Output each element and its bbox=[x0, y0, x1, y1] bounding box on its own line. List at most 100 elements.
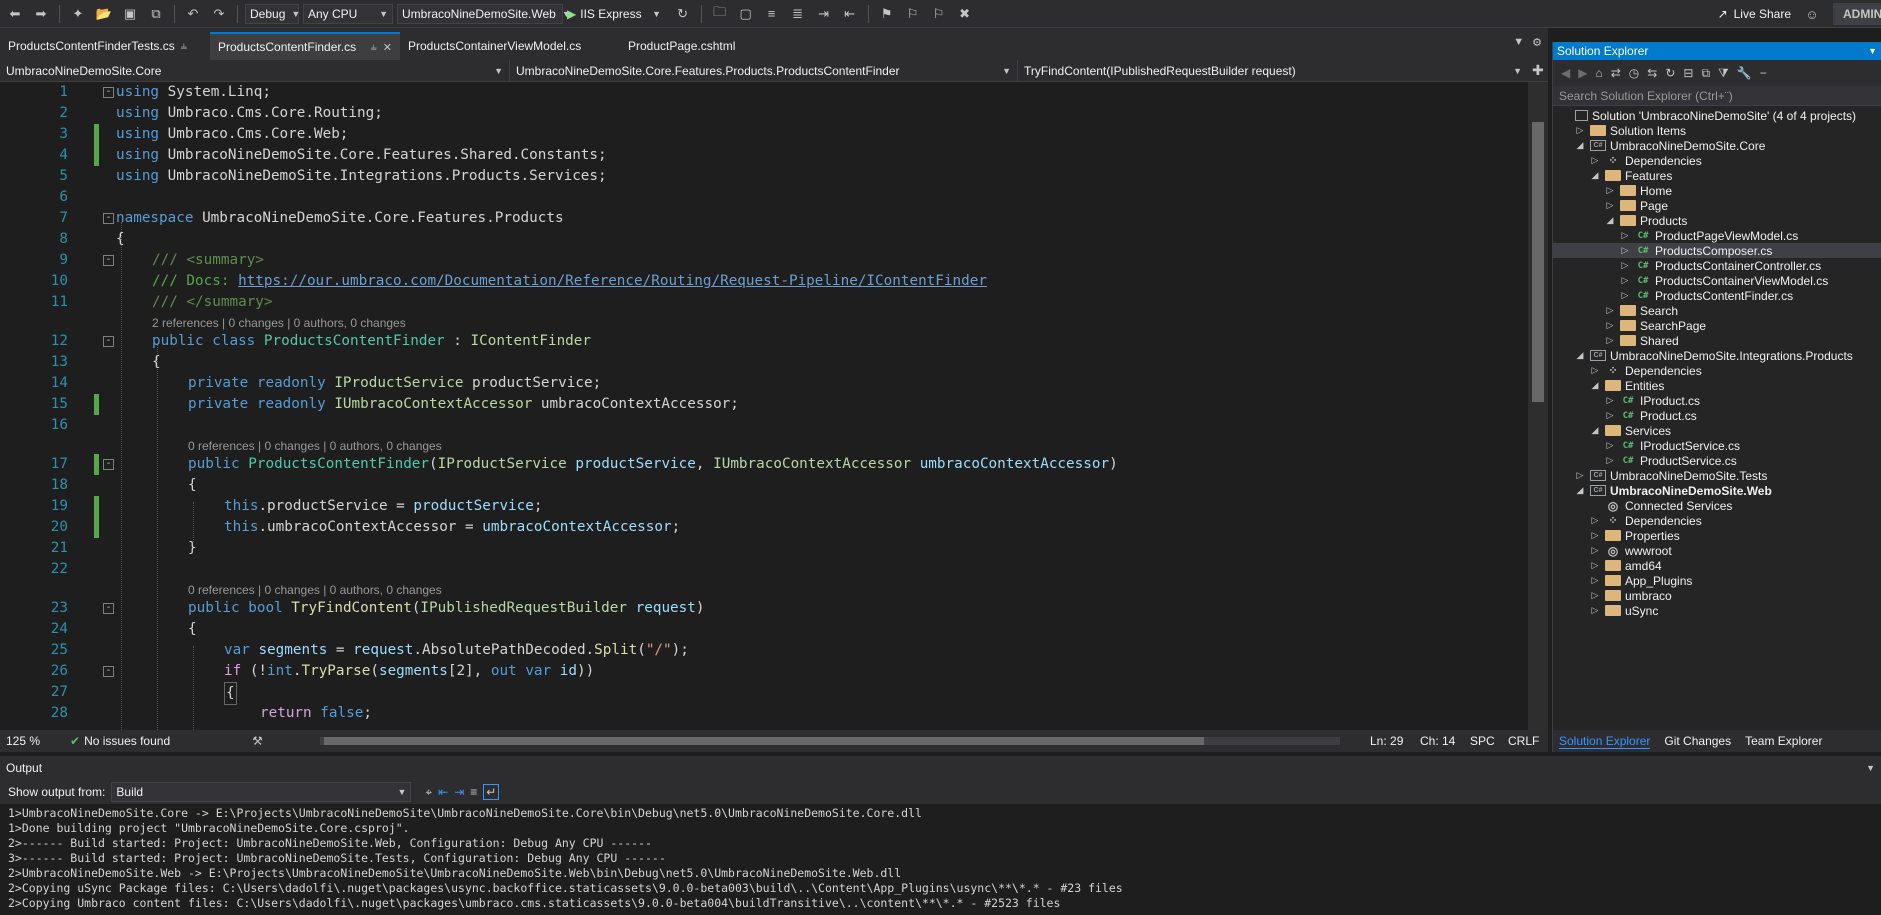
tree-item[interactable]: ▷ C# IProduct.cs bbox=[1553, 393, 1881, 408]
redo-icon[interactable]: ↷ bbox=[208, 3, 230, 25]
prev-bookmark-icon[interactable]: ⚐ bbox=[902, 3, 924, 25]
collapse-icon[interactable]: - bbox=[103, 336, 114, 347]
chevron-down-icon[interactable]: ▼ bbox=[1868, 46, 1877, 56]
tree-item[interactable]: ▷ C# UmbracoNineDemoSite.Tests bbox=[1553, 468, 1881, 483]
indent-mode[interactable]: SPC bbox=[1470, 734, 1495, 748]
expand-icon[interactable]: ▷ bbox=[1619, 230, 1631, 241]
folder-icon[interactable]: 🗀 bbox=[709, 3, 731, 25]
tree-item[interactable]: ◢ Entities bbox=[1553, 378, 1881, 393]
pin-icon[interactable]: ⫨ bbox=[371, 41, 377, 54]
clear-all-icon[interactable]: ≡ bbox=[470, 785, 477, 799]
expand-icon[interactable]: ▷ bbox=[1604, 305, 1616, 316]
expand-icon[interactable]: ▷ bbox=[1589, 530, 1601, 541]
collapse-icon[interactable]: - bbox=[103, 255, 114, 266]
expanded-icon[interactable]: ◢ bbox=[1589, 380, 1601, 391]
account-badge[interactable]: ADMIN bbox=[1833, 3, 1881, 25]
tree-item[interactable]: ◢ Services bbox=[1553, 423, 1881, 438]
tree-item[interactable]: ▷ C# ProductsContentFinder.cs bbox=[1553, 288, 1881, 303]
expand-icon[interactable]: ▷ bbox=[1604, 440, 1616, 451]
codelens-class[interactable]: 2 references | 0 changes | 0 authors, 0 … bbox=[152, 316, 406, 330]
tree-item[interactable]: ▷ uSync bbox=[1553, 603, 1881, 618]
tree-item[interactable]: ▷ ⁘ Dependencies bbox=[1553, 363, 1881, 378]
chevron-down-icon[interactable]: ▼ bbox=[1513, 36, 1524, 49]
tree-item[interactable]: ◢ C# UmbracoNineDemoSite.Core bbox=[1553, 138, 1881, 153]
collapse-all-icon[interactable]: ⊟ bbox=[1683, 66, 1693, 80]
back-icon[interactable]: ⬅ bbox=[4, 3, 26, 25]
tree-item[interactable]: ▷ Properties bbox=[1553, 528, 1881, 543]
member-dropdown[interactable]: TryFindContent(IPublishedRequestBuilder … bbox=[1018, 60, 1528, 81]
gear-icon[interactable]: ⚙ bbox=[1532, 36, 1542, 49]
tab-products-content-finder-tests[interactable]: ProductsContentFinderTests.cs ⫨ bbox=[0, 32, 210, 60]
tab-solution-explorer[interactable]: Solution Explorer bbox=[1559, 734, 1651, 749]
expand-icon[interactable]: ▷ bbox=[1604, 395, 1616, 406]
live-share-button[interactable]: ↗ Live Share bbox=[1718, 7, 1791, 21]
tab-product-page[interactable]: ProductPage.cshtml bbox=[620, 32, 780, 60]
open-folder-icon[interactable]: 📂 bbox=[93, 3, 115, 25]
uncomment-icon[interactable]: ≣ bbox=[787, 3, 809, 25]
bookmark-icon[interactable]: ⚑ bbox=[876, 3, 898, 25]
tree-item[interactable]: ▷ SearchPage bbox=[1553, 318, 1881, 333]
expand-icon[interactable]: ▷ bbox=[1619, 260, 1631, 271]
expand-icon[interactable]: ▷ bbox=[1604, 455, 1616, 466]
tab-products-content-finder[interactable]: ProductsContentFinder.cs ⫨ ✕ bbox=[210, 32, 400, 60]
collapse-icon[interactable]: - bbox=[103, 666, 114, 677]
codelens-method[interactable]: 0 references | 0 changes | 0 authors, 0 … bbox=[188, 583, 442, 597]
back-icon[interactable]: ◀ bbox=[1561, 66, 1570, 80]
expand-icon[interactable]: ▷ bbox=[1574, 125, 1586, 136]
comment-icon[interactable]: ≡ bbox=[761, 3, 783, 25]
editor-horizontal-scrollbar[interactable] bbox=[320, 737, 1340, 745]
find-message-icon[interactable]: ⌖ bbox=[425, 785, 432, 800]
expand-icon[interactable]: ▷ bbox=[1619, 275, 1631, 286]
expand-icon[interactable]: ▷ bbox=[1604, 200, 1616, 211]
expand-icon[interactable]: ▷ bbox=[1589, 365, 1601, 376]
expand-icon[interactable]: ▷ bbox=[1589, 545, 1601, 556]
tree-item[interactable]: ▷ Search bbox=[1553, 303, 1881, 318]
expanded-icon[interactable]: ◢ bbox=[1574, 140, 1586, 151]
type-dropdown[interactable]: UmbracoNineDemoSite.Core.Features.Produc… bbox=[510, 60, 1018, 81]
screen-icon[interactable]: ▢ bbox=[735, 3, 757, 25]
split-icon[interactable]: ✚ bbox=[1528, 62, 1544, 79]
next-bookmark-icon[interactable]: ⚐ bbox=[928, 3, 950, 25]
tree-item[interactable]: ◢ Features bbox=[1553, 168, 1881, 183]
undo-icon[interactable]: ↶ bbox=[182, 3, 204, 25]
tree-item[interactable]: ▷ C# IProductService.cs bbox=[1553, 438, 1881, 453]
expand-icon[interactable]: ▷ bbox=[1589, 590, 1601, 601]
forward-icon[interactable]: ▶ bbox=[1578, 66, 1587, 80]
tree-item[interactable]: ▷ C# ProductsComposer.cs bbox=[1553, 243, 1881, 258]
new-project-icon[interactable]: ✦ bbox=[67, 3, 89, 25]
prev-message-icon[interactable]: ⇤ bbox=[438, 785, 448, 799]
save-icon[interactable]: ▣ bbox=[119, 3, 141, 25]
tree-item[interactable]: ▷ C# ProductService.cs bbox=[1553, 453, 1881, 468]
save-all-icon[interactable]: ⧉ bbox=[145, 3, 167, 25]
tree-item[interactable]: ▷ Home bbox=[1553, 183, 1881, 198]
outdent-icon[interactable]: ⇤ bbox=[839, 3, 861, 25]
tree-item[interactable]: ▷ ⁘ Dependencies bbox=[1553, 153, 1881, 168]
close-icon[interactable]: ✕ bbox=[383, 41, 392, 54]
next-message-icon[interactable]: ⇥ bbox=[454, 785, 464, 799]
scrollbar-thumb[interactable] bbox=[324, 737, 1204, 745]
column-number[interactable]: Ch: 14 bbox=[1420, 734, 1455, 748]
expanded-icon[interactable]: ◢ bbox=[1589, 425, 1601, 436]
minus-icon[interactable]: − bbox=[1760, 66, 1767, 80]
refresh-icon[interactable]: ↻ bbox=[672, 3, 694, 25]
line-ending[interactable]: CRLF bbox=[1508, 734, 1539, 748]
codelens-constructor[interactable]: 0 references | 0 changes | 0 authors, 0 … bbox=[188, 439, 442, 453]
collapse-icon[interactable]: - bbox=[103, 603, 114, 614]
tree-item[interactable]: ▷ App_Plugins bbox=[1553, 573, 1881, 588]
tree-item[interactable]: ▷ Solution Items bbox=[1553, 123, 1881, 138]
tree-item[interactable]: ▷ ◎ wwwroot bbox=[1553, 543, 1881, 558]
forward-icon[interactable]: ➡ bbox=[30, 3, 52, 25]
tree-item[interactable]: ◢ C# UmbracoNineDemoSite.Integrations.Prod… bbox=[1553, 348, 1881, 363]
tree-item[interactable]: ▷ C# ProductPageViewModel.cs bbox=[1553, 228, 1881, 243]
cleanup-icon[interactable]: ⚒ bbox=[252, 734, 263, 748]
wrench-icon[interactable]: 🔧 bbox=[1737, 66, 1752, 80]
startup-project-select[interactable]: UmbracoNineDemoSite.Web ▼ bbox=[397, 3, 571, 24]
project-dropdown[interactable]: UmbracoNineDemoSite.Core ▼ bbox=[0, 60, 510, 81]
tree-item[interactable]: ▷ C# ProductsContainerController.cs bbox=[1553, 258, 1881, 273]
tab-products-container-view-model[interactable]: ProductsContainerViewModel.cs bbox=[400, 32, 620, 60]
indent-icon[interactable]: ⇥ bbox=[813, 3, 835, 25]
tree-item[interactable]: ◎ Connected Services bbox=[1553, 498, 1881, 513]
tree-item[interactable]: ▷ amd64 bbox=[1553, 558, 1881, 573]
editor-vertical-scrollbar[interactable] bbox=[1528, 82, 1548, 730]
zoom-level[interactable]: 125 % bbox=[0, 734, 70, 748]
